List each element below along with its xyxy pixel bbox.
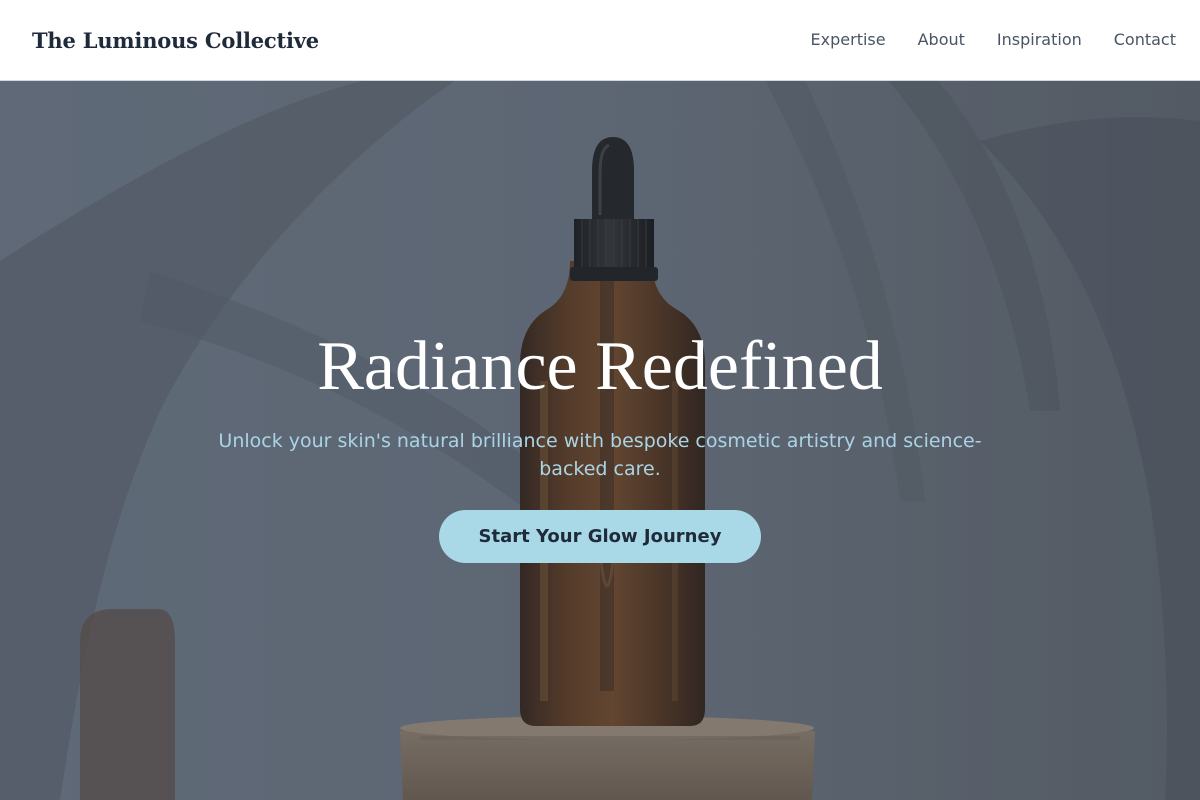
hero-section: Radiance Redefined Unlock your skin's na…	[0, 81, 1200, 800]
main-nav: Expertise About Inspiration Contact	[811, 30, 1176, 49]
site-logo[interactable]: The Luminous Collective	[32, 28, 319, 53]
hero-subtitle: Unlock your skin's natural brilliance wi…	[218, 430, 982, 480]
hero-content: Radiance Redefined Unlock your skin's na…	[0, 81, 1200, 800]
nav-link-expertise[interactable]: Expertise	[811, 30, 886, 49]
nav-link-about[interactable]: About	[918, 30, 965, 49]
start-glow-journey-button[interactable]: Start Your Glow Journey	[439, 510, 761, 563]
nav-link-contact[interactable]: Contact	[1114, 30, 1176, 49]
nav-link-inspiration[interactable]: Inspiration	[997, 30, 1082, 49]
hero-title: Radiance Redefined	[317, 328, 883, 405]
site-header: The Luminous Collective Expertise About …	[0, 0, 1200, 81]
